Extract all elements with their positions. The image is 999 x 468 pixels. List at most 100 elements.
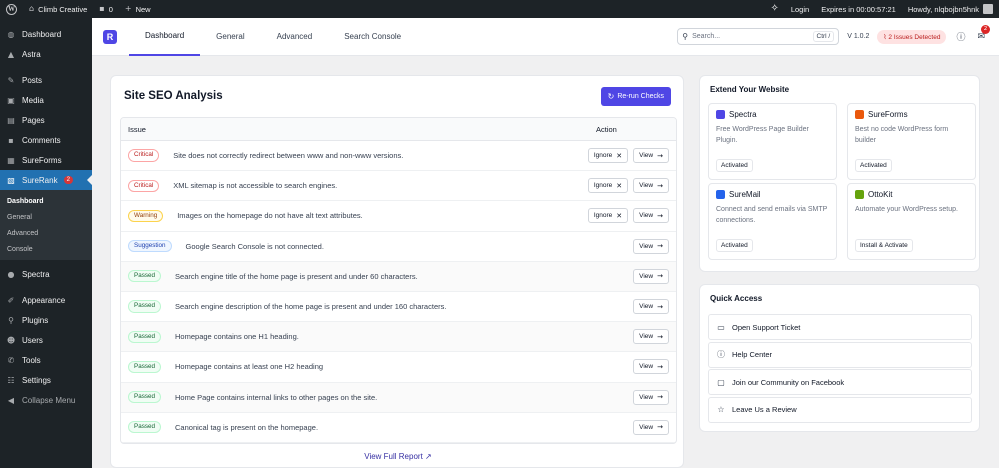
quick-access-item[interactable]: ▢ Join our Community on Facebook — [708, 369, 972, 395]
issue-text: Site does not correctly redirect between… — [173, 151, 404, 161]
rerun-checks-button[interactable]: ↻ Re-run Checks — [600, 87, 671, 106]
howdy-account-menu[interactable]: Howdy, nlqbojbn5hnk — [902, 0, 999, 18]
view-button[interactable]: View → — [633, 178, 669, 194]
view-button[interactable]: View → — [633, 419, 669, 435]
sidebar-item-tools[interactable]: ✆ Tools — [0, 350, 92, 370]
sidebar-item-media[interactable]: ▣ Media — [0, 90, 92, 110]
site-name-link[interactable]: ⌂ Climb Creative — [23, 0, 93, 18]
arrow-right-icon: → — [657, 423, 663, 432]
plugin-name: OttoKit — [868, 190, 893, 199]
notifications-button[interactable]: ✉ 2 — [977, 24, 990, 42]
view-full-report-link[interactable]: View Full Report ↗ — [111, 452, 685, 461]
plugin-status-button[interactable]: Activated — [716, 239, 753, 252]
view-button[interactable]: View → — [633, 329, 669, 345]
sidebar-item-spectra[interactable]: ● Spectra — [0, 264, 92, 284]
sidebar-item-pages[interactable]: ▤ Pages — [0, 110, 92, 130]
sidebar-item-plugins[interactable]: ⚲ Plugins — [0, 310, 92, 330]
sidebar-item-comments[interactable]: ▪ Comments — [0, 130, 92, 150]
view-button[interactable]: View → — [633, 208, 669, 224]
submenu-item-advanced[interactable]: Advanced — [0, 225, 92, 241]
expires-text: Expires in 00:00:57:21 — [821, 4, 896, 14]
status-badge: Passed — [128, 421, 162, 434]
quick-access-item[interactable]: ☆ Leave Us a Review — [708, 396, 972, 423]
issue-text: Home Page contains internal links to oth… — [175, 392, 378, 402]
new-content-link[interactable]: + New — [119, 0, 157, 18]
table-header: Issue Action — [121, 118, 676, 141]
view-button[interactable]: View → — [633, 389, 669, 405]
view-button[interactable]: View → — [633, 359, 669, 375]
close-icon: ✕ — [616, 181, 623, 190]
plugin-status-button[interactable]: Install & Activate — [855, 239, 913, 252]
status-badge: Passed — [128, 270, 162, 283]
extend-website-card: Extend Your Website Spectra Free WordPres… — [699, 75, 980, 272]
tab-dashboard[interactable]: Dashboard — [129, 18, 201, 56]
tab-advanced[interactable]: Advanced — [261, 18, 329, 56]
plugin-description: Connect and send emails via SMTP connect… — [716, 206, 828, 224]
admin-bar: W ⌂ Climb Creative ▪ 0 + New ✧ Login Expire… — [0, 0, 999, 18]
sidebar-item-settings[interactable]: ☷ Settings — [0, 370, 92, 390]
view-button[interactable]: View → — [633, 148, 669, 164]
issues-table: Issue Action Critical Site does not corre… — [120, 117, 677, 444]
comments-icon: ▪ — [8, 135, 14, 145]
sidebar-item-posts[interactable]: ✎ Posts — [0, 70, 92, 90]
ignore-button[interactable]: Ignore ✕ — [587, 148, 629, 164]
ignore-button[interactable]: Ignore ✕ — [587, 178, 629, 194]
quick-access-card: Quick Access ▭ Open Support Ticket ⓘ Help C… — [699, 284, 980, 432]
suremail-icon — [716, 190, 725, 199]
issues-detected-badge[interactable]: ⌇ 2 Issues Detected — [877, 29, 947, 44]
wordpress-icon: W — [6, 3, 17, 15]
arrow-right-icon: → — [657, 302, 663, 311]
tab-search-console[interactable]: Search Console — [328, 18, 417, 56]
table-row: Passed Homepage contains at least one H2 … — [121, 352, 676, 383]
ignore-button[interactable]: Ignore ✕ — [587, 208, 629, 224]
status-badge: Critical — [128, 179, 160, 192]
submenu-item-dashboard[interactable]: Dashboard — [0, 193, 92, 209]
plugin-icon: ⚲ — [8, 315, 14, 325]
star-icon: ☆ — [717, 405, 725, 414]
astra-icon: ▲ — [7, 49, 15, 59]
collapse-menu-button[interactable]: ◀ Collapse Menu — [0, 390, 92, 410]
version-label: V 1.0.2 — [847, 33, 870, 40]
sparkle-icon: ✧ — [770, 3, 779, 14]
quick-access-item[interactable]: ⓘ Help Center — [708, 341, 972, 368]
login-link[interactable]: Login — [785, 0, 815, 18]
help-button[interactable]: ⓘ — [956, 30, 965, 43]
avatar — [983, 4, 993, 14]
submenu-item-console[interactable]: Console — [0, 241, 92, 257]
sureforms-icon: ▦ — [7, 155, 15, 165]
issue-text: XML sitemap is not accessible to search … — [173, 181, 338, 191]
submenu-item-general[interactable]: General — [0, 209, 92, 225]
plugin-status-button[interactable]: Activated — [855, 159, 892, 172]
wordpress-logo-button[interactable]: W — [0, 0, 23, 18]
plugin-status-button[interactable]: Activated — [716, 159, 753, 172]
plugin-name-row: SureForms — [855, 110, 968, 119]
view-button[interactable]: View → — [633, 299, 669, 315]
pages-icon: ▤ — [7, 115, 15, 125]
plugin-name-row: Spectra — [716, 110, 829, 119]
comments-link[interactable]: ▪ 0 — [93, 0, 119, 18]
view-button[interactable]: View → — [633, 268, 669, 284]
status-badge: Passed — [128, 300, 162, 313]
home-icon: ⌂ — [29, 4, 35, 13]
view-button[interactable]: View → — [633, 238, 669, 254]
sidebar-item-dashboard[interactable]: ◍ Dashboard — [0, 24, 92, 44]
tab-general[interactable]: General — [200, 18, 260, 56]
status-badge: Critical — [128, 149, 160, 162]
quick-access-item[interactable]: ▭ Open Support Ticket — [708, 314, 972, 340]
sparkle-button[interactable]: ✧ — [764, 0, 784, 18]
sidebar-item-appearance[interactable]: ✐ Appearance — [0, 290, 92, 310]
table-row: Passed Home Page contains internal links … — [121, 382, 676, 413]
search-input[interactable]: ⚲ Search... Ctrl / — [677, 28, 840, 45]
info-icon: ⓘ — [956, 33, 966, 43]
sidebar-item-sureforms[interactable]: ▦ SureForms — [0, 150, 92, 170]
sidebar-item-astra[interactable]: ▲ Astra — [0, 44, 92, 64]
plugin-card-suremail: SureMail Connect and send emails via SMTP… — [708, 183, 837, 260]
sidebar-item-surerank[interactable]: ▧ SureRank 2 — [0, 170, 92, 190]
table-row: Warning Images on the homepage do not hav… — [121, 201, 676, 232]
media-icon: ▣ — [7, 95, 15, 105]
sidebar-item-users[interactable]: ☻ Users — [0, 330, 92, 350]
plugin-name: SureMail — [729, 190, 761, 199]
arrow-right-icon: → — [657, 151, 663, 160]
admin-sidebar: ◍ Dashboard ▲ Astra ✎ Posts ▣ Media ▤ Pages ▪… — [0, 18, 92, 468]
sureforms-icon — [855, 110, 864, 119]
